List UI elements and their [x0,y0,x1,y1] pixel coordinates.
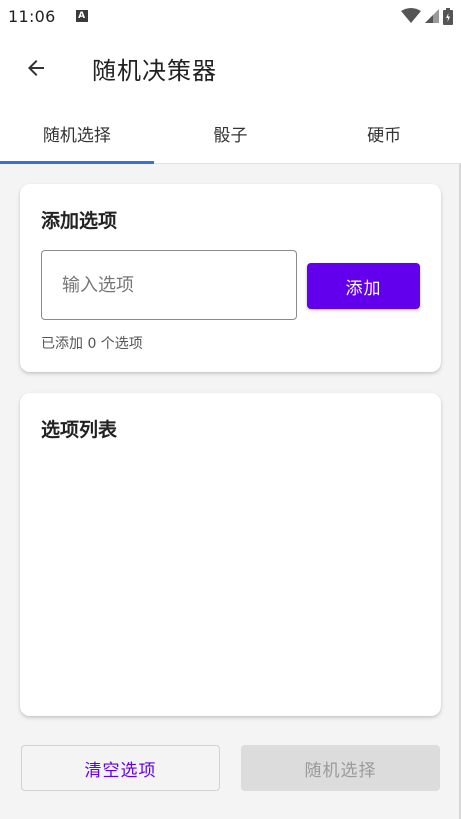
page-title: 随机决策器 [92,56,217,85]
clear-options-button[interactable]: 清空选项 [21,745,220,791]
random-select-button[interactable]: 随机选择 [241,745,440,791]
add-option-title: 添加选项 [41,210,118,232]
status-bar: 11:06 A [0,0,461,32]
status-time: 11:06 [8,6,56,26]
notification-icon: A [75,10,88,22]
tab-bar: 随机选择 骰子 硬币 [0,104,461,164]
add-option-card: 添加选项 添加 已添加 0 个选项 [20,184,441,372]
tab-random-select[interactable]: 随机选择 [0,104,154,164]
status-icons [401,7,453,25]
option-list-card: 选项列表 [20,393,441,716]
add-button[interactable]: 添加 [307,263,420,309]
back-button[interactable] [12,44,60,92]
arrow-left-icon [28,60,44,76]
option-input[interactable] [42,251,296,319]
battery-icon [443,7,453,25]
tab-dice[interactable]: 骰子 [154,104,308,163]
wifi-icon [401,8,421,23]
added-count-text: 已添加 0 个选项 [41,336,143,352]
cell-signal-icon [425,9,439,23]
tab-coin[interactable]: 硬币 [307,104,461,163]
option-list-title: 选项列表 [41,419,118,441]
option-input-field[interactable] [41,250,297,320]
app-bar: 随机决策器 [0,32,461,104]
